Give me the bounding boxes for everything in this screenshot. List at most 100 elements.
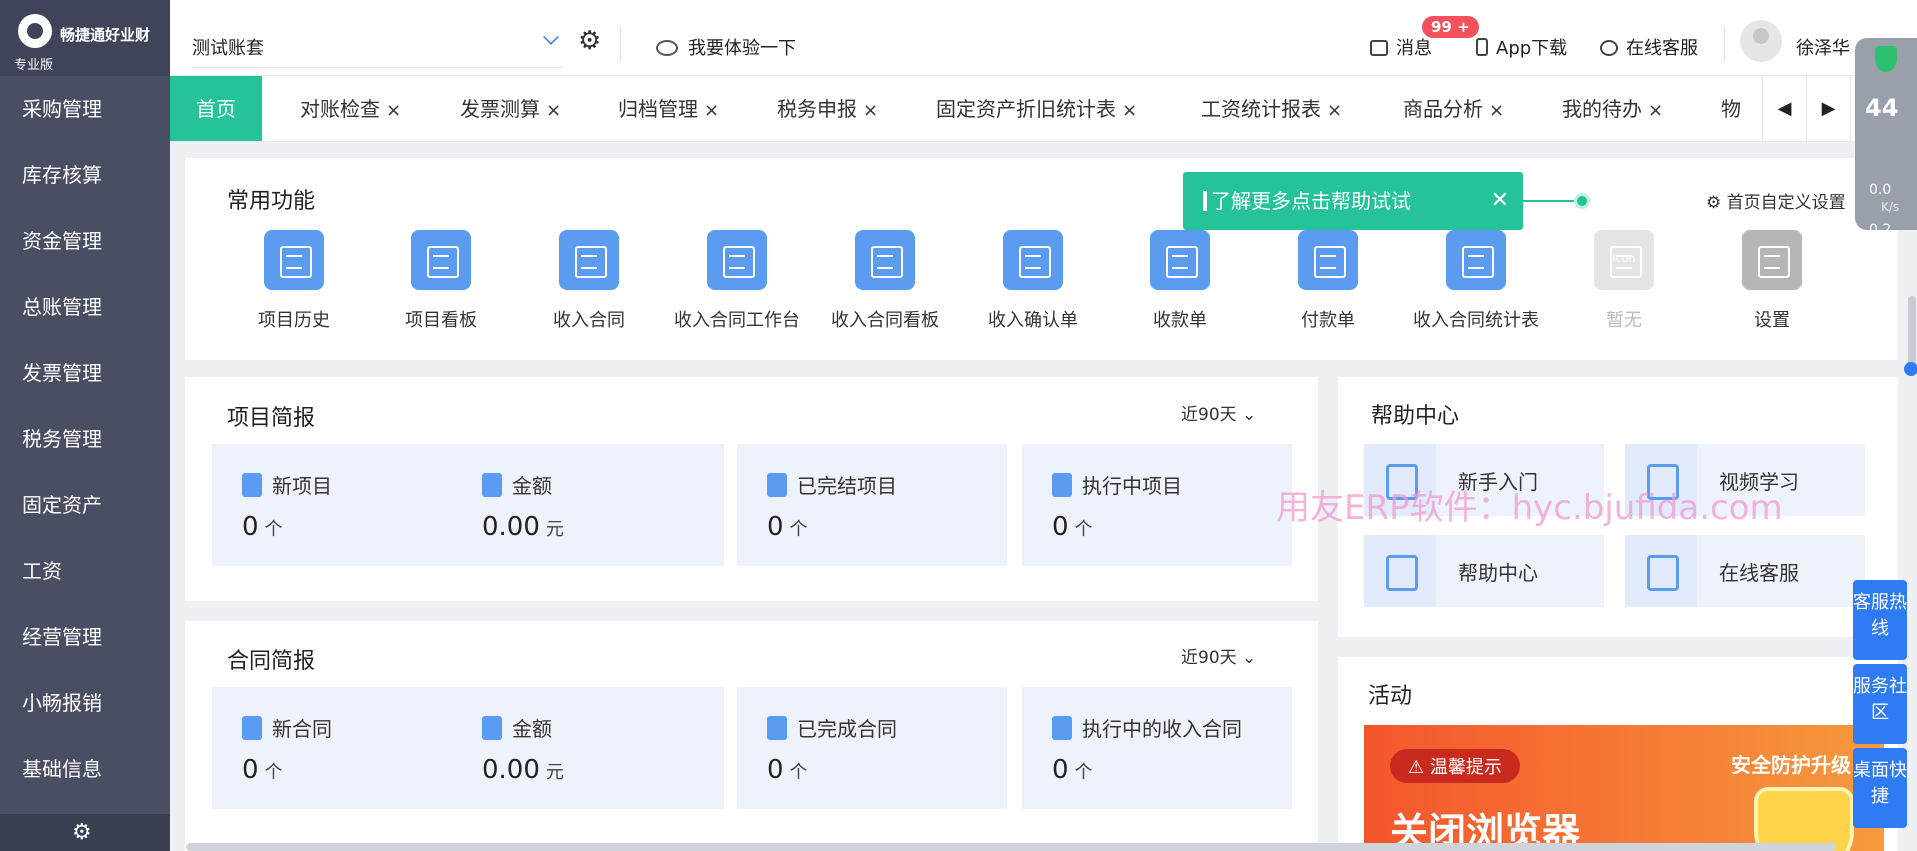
sidebar-item-ledger[interactable]: 总账管理 <box>0 274 170 340</box>
close-icon[interactable]: × <box>1648 100 1663 121</box>
stat-label: 金额 <box>512 717 552 741</box>
tab-home[interactable]: 首页 <box>170 76 262 141</box>
func-income-confirm[interactable]: 收入确认单 <box>958 230 1108 332</box>
tab-more[interactable]: 物 <box>1721 76 1741 141</box>
vertical-scrollbar[interactable] <box>1908 296 1916 370</box>
custom-settings-label: 首页自定义设置 <box>1726 193 1846 213</box>
sidebar-item-inventory[interactable]: 库存核算 <box>0 142 170 208</box>
sidebar-item-basic-info[interactable]: 基础信息 <box>0 736 170 802</box>
document-icon <box>242 473 262 497</box>
help-tip[interactable]: 了解更多点击帮助试试 ✕ <box>1183 172 1523 230</box>
sidebar-item-invoice[interactable]: 发票管理 <box>0 340 170 406</box>
value: 0.00 <box>482 512 540 542</box>
gear-icon <box>1742 230 1802 290</box>
value: 0.00 <box>482 755 540 785</box>
func-contract-workbench[interactable]: 收入合同工作台 <box>662 230 812 332</box>
gear-icon[interactable]: ⚙ <box>72 822 92 844</box>
close-icon[interactable]: × <box>1489 100 1504 121</box>
tab-invoice-calc[interactable]: 发票测算 × <box>460 76 561 141</box>
try-experience-link[interactable]: 我要体验一下 <box>656 34 796 60</box>
messages-label: 消息 <box>1396 38 1432 59</box>
close-icon[interactable]: × <box>704 100 719 121</box>
hotline-button[interactable]: 客服热线 <box>1853 580 1907 660</box>
logo-icon <box>18 14 52 48</box>
activity-banner[interactable]: ⚠ 温馨提示 安全防护升级 关闭浏览器 <box>1364 725 1884 851</box>
help-center-link[interactable]: 帮助中心 <box>1364 535 1604 607</box>
func-label: 收款单 <box>1153 310 1207 331</box>
sidebar-item-salary[interactable]: 工资 <box>0 538 170 604</box>
close-icon[interactable]: × <box>1327 100 1342 121</box>
tab-reconcile[interactable]: 对账检查 × <box>300 76 401 141</box>
temperature-value: 44 <box>1865 94 1899 122</box>
online-service-button[interactable]: 在线客服 <box>1600 34 1698 60</box>
tab-label: 首页 <box>196 97 236 121</box>
checkbox-icon <box>767 716 787 740</box>
func-settings[interactable]: 设置 <box>1697 230 1847 332</box>
value: 0 <box>767 755 784 785</box>
close-icon[interactable]: × <box>1122 100 1137 121</box>
stat-value: 0个 <box>1052 755 1093 785</box>
tab-archive[interactable]: 归档管理 × <box>618 76 719 141</box>
contract-icon <box>559 230 619 290</box>
close-icon[interactable]: × <box>546 100 561 121</box>
func-receipt[interactable]: 收款单 <box>1105 230 1255 332</box>
func-contract-stats[interactable]: 收入合同统计表 <box>1401 230 1551 332</box>
func-project-history[interactable]: 项目历史 <box>219 230 369 332</box>
help-online-service[interactable]: 在线客服 <box>1625 535 1865 607</box>
close-icon[interactable]: ✕ <box>1491 172 1509 230</box>
community-button[interactable]: 服务社区 <box>1853 664 1907 744</box>
tab-product-analysis[interactable]: 商品分析 × <box>1403 76 1504 141</box>
messages-button[interactable]: 消息 <box>1370 34 1432 60</box>
avatar[interactable] <box>1740 20 1782 62</box>
desktop-shortcut-button[interactable]: 桌面快捷 <box>1853 748 1907 828</box>
func-label: 收入合同统计表 <box>1413 310 1539 331</box>
close-icon[interactable]: × <box>386 100 401 121</box>
unit: 个 <box>1074 519 1093 540</box>
func-project-board[interactable]: 项目看板 <box>366 230 516 332</box>
sidebar-item-funds[interactable]: 资金管理 <box>0 208 170 274</box>
board-icon <box>411 230 471 290</box>
gear-icon[interactable]: ⚙ <box>578 28 601 54</box>
account-select[interactable]: 测试账套 <box>192 22 562 68</box>
system-monitor-widget[interactable]: 44 0.0 K/s 0.2 <box>1855 38 1917 238</box>
tab-label: 归档管理 <box>618 97 698 121</box>
sidebar-item-purchase[interactable]: 采购管理 <box>0 76 170 142</box>
contract-range-select[interactable]: 近90天 ⌄ <box>1181 643 1256 668</box>
tip-connector <box>1523 200 1577 202</box>
tab-label: 税务申报 <box>777 97 857 121</box>
sidebar-item-expense[interactable]: 小畅报销 <box>0 670 170 736</box>
placeholder-icon: icon <box>1594 230 1654 290</box>
contract-stat-done: 已完成合同 0个 <box>737 687 1007 809</box>
app-download-button[interactable]: App下载 <box>1476 34 1567 60</box>
tab-depreciation[interactable]: 固定资产折旧统计表 × <box>936 76 1137 141</box>
shield-icon <box>1754 787 1854 851</box>
sidebar-item-tax[interactable]: 税务管理 <box>0 406 170 472</box>
list-icon <box>264 230 324 290</box>
horizontal-scrollbar[interactable] <box>186 843 1836 851</box>
tab-next-button[interactable]: ▶ <box>1806 76 1850 141</box>
func-income-contract[interactable]: 收入合同 <box>514 230 664 332</box>
sidebar-item-operations[interactable]: 经营管理 <box>0 604 170 670</box>
sidebar-item-fixed-assets[interactable]: 固定资产 <box>0 472 170 538</box>
unit: 个 <box>789 762 808 783</box>
username[interactable]: 徐泽华 <box>1796 34 1850 60</box>
tab-todo[interactable]: 我的待办 × <box>1562 76 1663 141</box>
project-range-select[interactable]: 近90天 ⌄ <box>1181 400 1256 425</box>
yuan-icon <box>482 473 502 497</box>
calendar-icon <box>242 716 262 740</box>
stat-label: 新合同 <box>272 717 332 741</box>
func-contract-board[interactable]: 收入合同看板 <box>810 230 960 332</box>
tab-prev-button[interactable]: ◀ <box>1762 76 1806 141</box>
tab-salary-report[interactable]: 工资统计报表 × <box>1201 76 1342 141</box>
custom-settings-link[interactable]: ⚙ 首页自定义设置 <box>1706 188 1846 213</box>
scroll-thumb[interactable] <box>1904 362 1917 376</box>
func-payment[interactable]: 付款单 <box>1253 230 1403 332</box>
tab-tax-filing[interactable]: 税务申报 × <box>777 76 878 141</box>
stat-label: 执行中项目 <box>1082 474 1182 498</box>
logo[interactable]: 畅捷通好业财 专业版 <box>0 0 170 76</box>
value: 0 <box>1052 755 1069 785</box>
checklist-icon <box>1003 230 1063 290</box>
phone-icon <box>1476 38 1488 56</box>
close-icon[interactable]: × <box>863 100 878 121</box>
gear-icon: ⚙ <box>1706 193 1722 213</box>
